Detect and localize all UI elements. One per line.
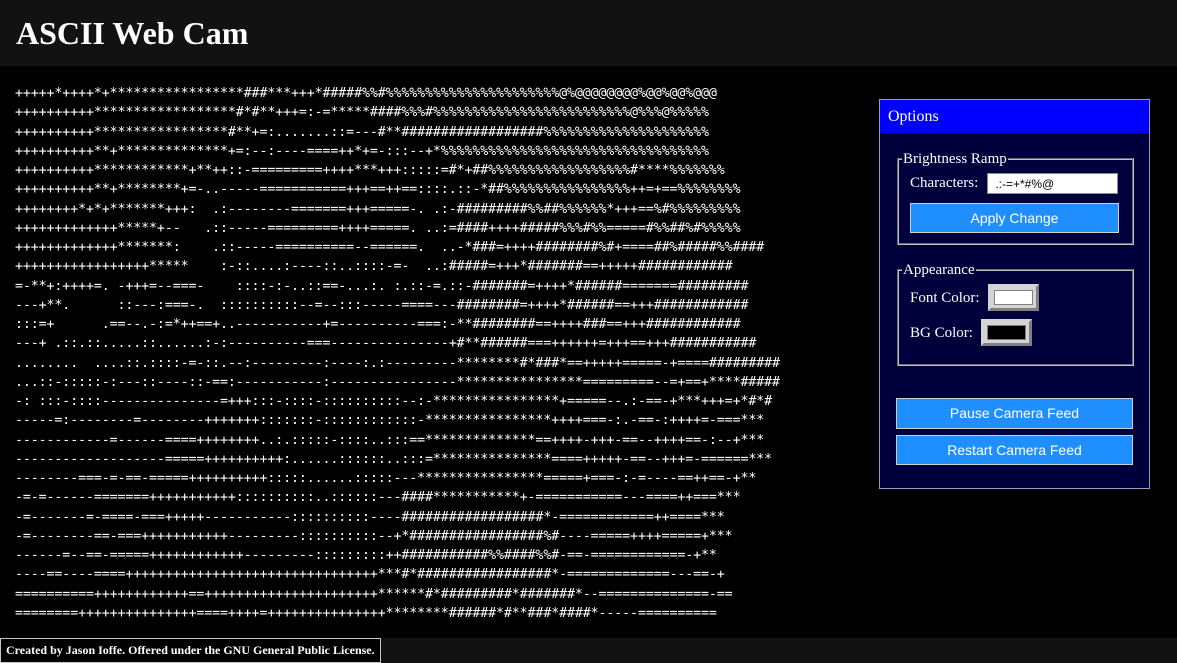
bg-color-swatch [987,325,1026,340]
page-footer: Created by Jason Ioffe. Offered under th… [0,638,1177,663]
font-color-swatch [994,290,1033,305]
bg-color-picker[interactable] [981,319,1032,346]
apply-change-button[interactable]: Apply Change [910,203,1119,233]
font-color-label: Font Color: [910,290,980,306]
options-panel-title: Options [880,100,1149,133]
pause-camera-feed-button[interactable]: Pause Camera Feed [896,398,1133,429]
page-title: ASCII Web Cam [16,15,249,51]
characters-input[interactable] [987,173,1118,194]
font-color-picker[interactable] [988,284,1039,311]
options-panel: Options Brightness Ramp Characters: Appl… [879,99,1150,489]
restart-camera-feed-button[interactable]: Restart Camera Feed [896,435,1133,465]
ascii-video-output: +++++*++++*+*****************###***+++*#… [15,86,780,621]
appearance-legend: Appearance [903,262,975,278]
bg-color-label: BG Color: [910,325,973,341]
footer-credit: Created by Jason Ioffe. Offered under th… [0,638,381,663]
page-header: ASCII Web Cam [0,0,1177,66]
characters-label: Characters: [910,175,979,191]
brightness-ramp-legend: Brightness Ramp [903,151,1007,167]
appearance-fieldset: Appearance [897,263,1134,366]
